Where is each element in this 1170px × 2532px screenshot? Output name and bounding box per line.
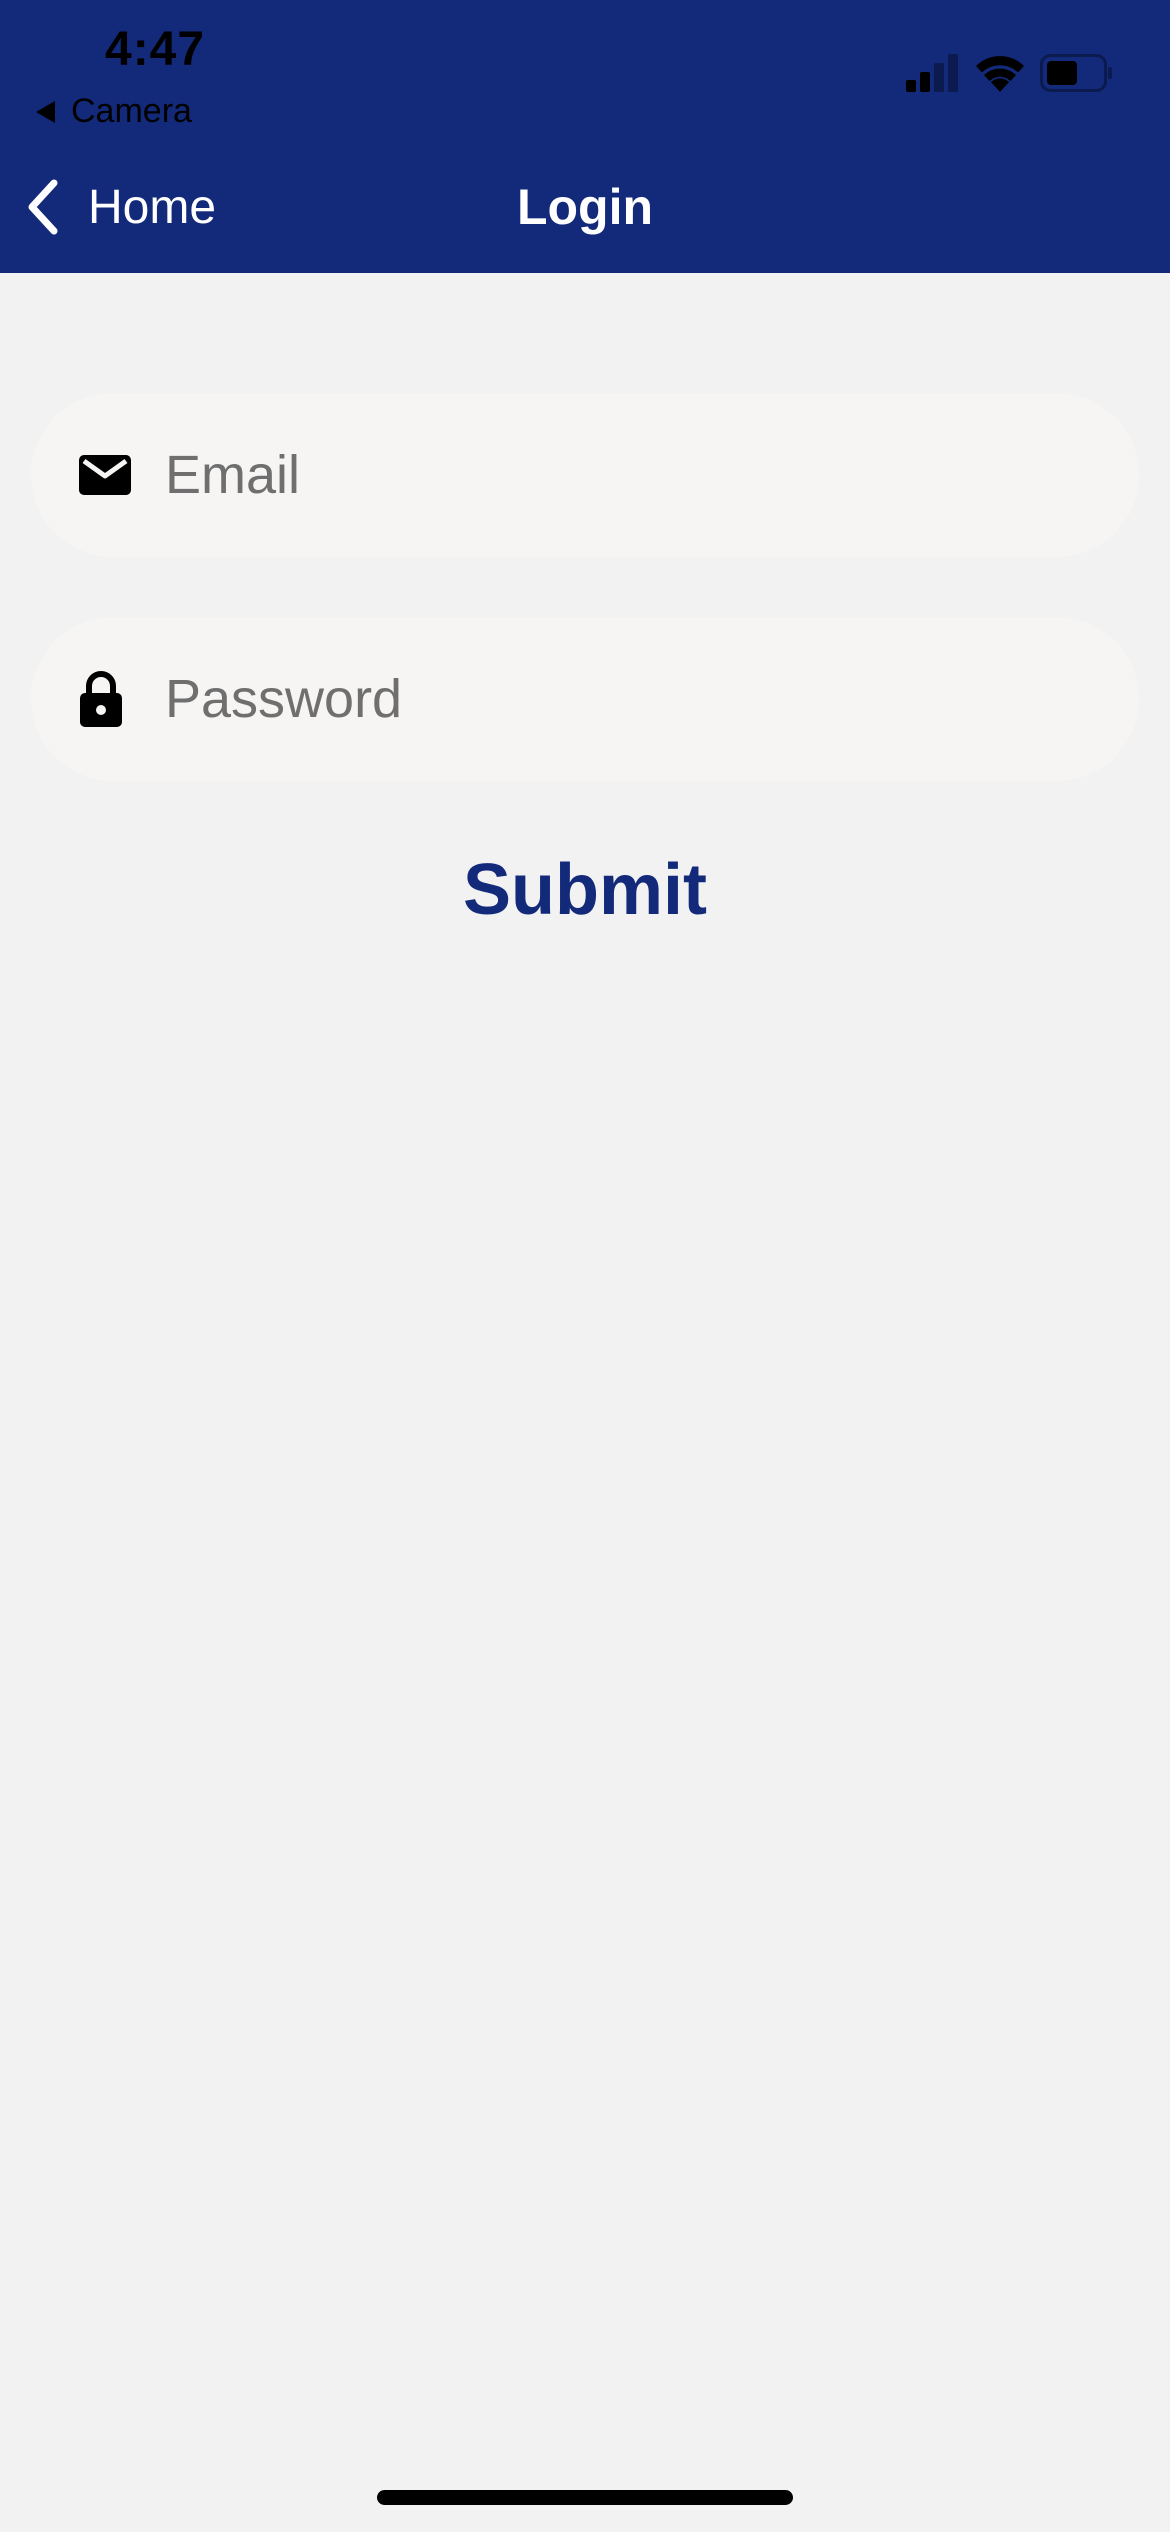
email-input[interactable] [165, 393, 1099, 557]
home-indicator[interactable] [377, 2490, 793, 2505]
envelope-icon [79, 455, 131, 495]
battery-icon [1040, 54, 1112, 92]
password-input[interactable] [165, 617, 1099, 781]
lock-icon [80, 671, 122, 727]
password-field-container[interactable] [31, 617, 1139, 781]
wifi-icon [976, 56, 1024, 92]
header-bar: 4:47 Camera Home Login [0, 0, 1170, 273]
email-field-container[interactable] [31, 393, 1139, 557]
nav-back-button[interactable]: Home [24, 172, 216, 242]
back-triangle-icon [36, 100, 55, 123]
status-back-label: Camera [71, 92, 192, 130]
nav-back-label: Home [88, 180, 217, 234]
submit-button[interactable]: Submit [0, 840, 1170, 940]
status-back-link[interactable]: Camera [36, 92, 192, 131]
cellular-signal-icon [906, 54, 958, 92]
status-time: 4:47 [105, 23, 206, 76]
chevron-left-icon [28, 179, 58, 235]
